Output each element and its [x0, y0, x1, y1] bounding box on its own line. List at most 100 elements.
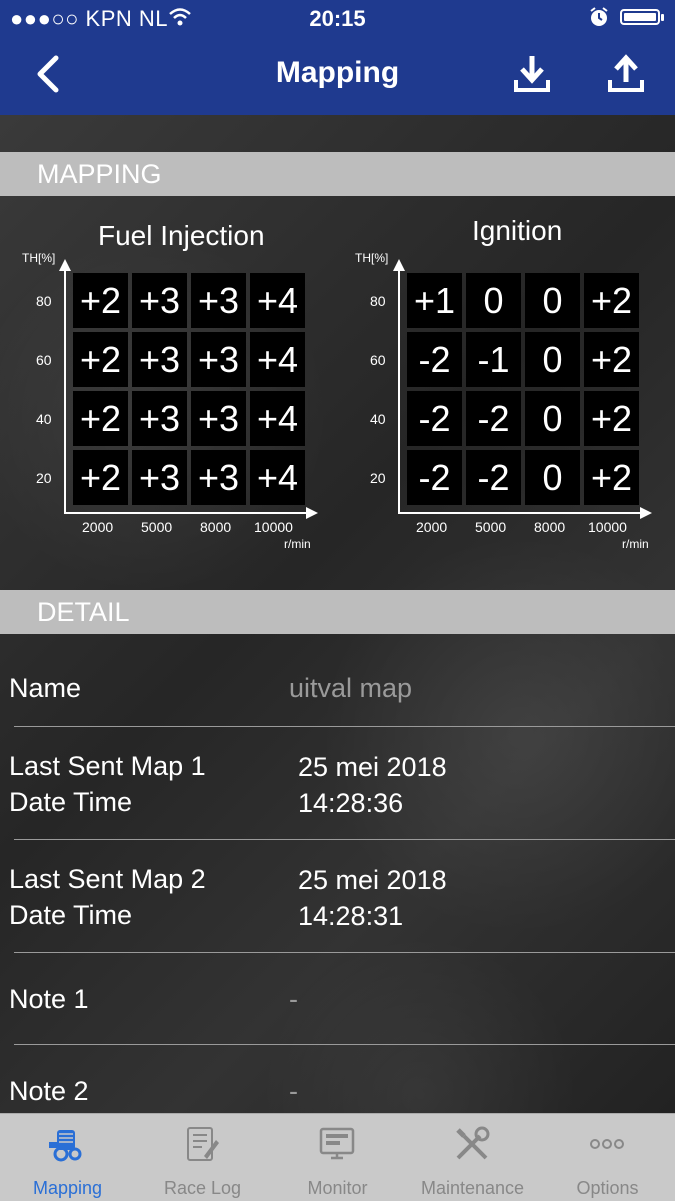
- ignition-x-axis-arrow: [640, 507, 652, 519]
- fuel-y-tick: 80: [36, 293, 52, 309]
- alarm-icon: [588, 6, 610, 28]
- fuel-cell[interactable]: +2: [73, 332, 128, 387]
- fuel-y-axis-arrow: [59, 259, 71, 271]
- tab-label: Mapping: [32, 1178, 103, 1198]
- fuel-cell[interactable]: +3: [191, 332, 246, 387]
- ignition-cell[interactable]: +2: [584, 273, 639, 328]
- ignition-cell[interactable]: +2: [584, 332, 639, 387]
- ignition-x-tick: 10000: [588, 519, 627, 535]
- fuel-y-tick: 60: [36, 352, 52, 368]
- ignition-y-tick: 60: [370, 352, 386, 368]
- ignition-cell[interactable]: -2: [407, 450, 462, 505]
- fuel-x-tick: 2000: [82, 519, 114, 535]
- ignition-cell[interactable]: 0: [525, 332, 580, 387]
- tab-maintenance[interactable]: Maintenance: [405, 1114, 540, 1201]
- fuel-cell[interactable]: +2: [73, 391, 128, 446]
- download-button[interactable]: [510, 52, 554, 96]
- download-icon: [514, 56, 550, 92]
- fuel-cell[interactable]: +4: [250, 391, 305, 446]
- engine-icon: [49, 1130, 82, 1162]
- ignition-cell[interactable]: +1: [407, 273, 462, 328]
- ignition-x-tick: 5000: [475, 519, 507, 535]
- ignition-cell[interactable]: +2: [584, 391, 639, 446]
- mapping-section-header: MAPPING: [0, 152, 675, 196]
- ignition-cell[interactable]: -2: [466, 391, 521, 446]
- ignition-y-tick: 40: [370, 411, 386, 427]
- detail-section-header: DETAIL: [0, 590, 675, 634]
- tab-race-log[interactable]: Race Log: [135, 1114, 270, 1201]
- last-sent-map-1-date: 25 mei 2018: [298, 752, 447, 782]
- tools-icon: [456, 1126, 490, 1160]
- ignition-y-tick: 20: [370, 470, 386, 486]
- fuel-cell[interactable]: +2: [73, 450, 128, 505]
- fuel-cell[interactable]: +4: [250, 332, 305, 387]
- tab-monitor[interactable]: Monitor: [270, 1114, 405, 1201]
- fuel-cell[interactable]: +3: [132, 391, 187, 446]
- battery-icon: [620, 9, 664, 25]
- name-label: Name: [9, 673, 82, 703]
- fuel-x-axis-unit: r/min: [284, 537, 311, 551]
- ignition-cell[interactable]: 0: [525, 391, 580, 446]
- monitor-icon: [319, 1127, 355, 1160]
- last-sent-map-2-label: Last Sent Map 2: [9, 864, 206, 894]
- divider: [14, 726, 675, 727]
- fuel-cell[interactable]: +4: [250, 450, 305, 505]
- fuel-x-tick: 8000: [200, 519, 232, 535]
- notepad-icon: [187, 1127, 219, 1161]
- tab-label: Race Log: [163, 1178, 242, 1198]
- tab-options[interactable]: Options: [540, 1114, 675, 1201]
- ignition-x-tick: 2000: [416, 519, 448, 535]
- note-2-value: -: [289, 1076, 298, 1106]
- ignition-cell[interactable]: +2: [584, 450, 639, 505]
- last-sent-map-1-sublabel: Date Time: [9, 787, 133, 817]
- tab-mapping[interactable]: Mapping: [0, 1114, 135, 1201]
- fuel-x-axis-arrow: [306, 507, 318, 519]
- fuel-cell[interactable]: +3: [132, 450, 187, 505]
- ignition-y-axis-unit: TH[%]: [355, 251, 389, 265]
- fuel-x-tick: 5000: [141, 519, 173, 535]
- ignition-cell[interactable]: -2: [407, 332, 462, 387]
- divider: [14, 1044, 675, 1045]
- ignition-cell[interactable]: -2: [466, 450, 521, 505]
- tab-bar: Mapping Race Log Monitor Maintenance Opt…: [0, 1113, 675, 1201]
- fuel-cell[interactable]: +3: [191, 391, 246, 446]
- ignition-cell[interactable]: -2: [407, 391, 462, 446]
- tab-label: Maintenance: [420, 1178, 525, 1198]
- upload-button[interactable]: [604, 52, 648, 96]
- fuel-x-tick: 10000: [254, 519, 293, 535]
- ignition-x-axis: [398, 512, 642, 514]
- last-sent-map-2-time: 14:28:31: [298, 901, 404, 931]
- last-sent-map-2-sublabel: Date Time: [9, 900, 133, 930]
- top-bar: ●●●○○ KPN NL 20:15 Mapping: [0, 0, 675, 115]
- ignition-cell[interactable]: 0: [466, 273, 521, 328]
- name-value: uitval map: [289, 673, 413, 703]
- page-title: Mapping: [275, 56, 400, 89]
- ignition-cell[interactable]: 0: [525, 450, 580, 505]
- fuel-cell[interactable]: +3: [191, 450, 246, 505]
- upload-icon: [608, 54, 644, 92]
- note-1-value: -: [289, 984, 298, 1014]
- more-icon: [590, 1139, 624, 1149]
- status-bar: ●●●○○ KPN NL 20:15: [0, 0, 675, 38]
- note-1-label: Note 1: [9, 984, 89, 1014]
- fuel-cell[interactable]: +4: [250, 273, 305, 328]
- fuel-cell[interactable]: +3: [132, 332, 187, 387]
- note-2-label: Note 2: [9, 1076, 89, 1106]
- ignition-x-tick: 8000: [534, 519, 566, 535]
- ignition-y-axis: [398, 270, 400, 514]
- fuel-y-axis-unit: TH[%]: [22, 251, 56, 265]
- fuel-y-axis: [64, 270, 66, 514]
- fuel-cell[interactable]: +2: [73, 273, 128, 328]
- fuel-cell[interactable]: +3: [191, 273, 246, 328]
- fuel-cell[interactable]: +3: [132, 273, 187, 328]
- ignition-cell[interactable]: 0: [525, 273, 580, 328]
- ignition-title: Ignition: [472, 215, 563, 246]
- tab-label: Options: [576, 1178, 639, 1198]
- fuel-y-tick: 40: [36, 411, 52, 427]
- ignition-cell[interactable]: -1: [466, 332, 521, 387]
- tab-label: Monitor: [307, 1178, 368, 1198]
- ignition-y-axis-arrow: [393, 259, 405, 271]
- last-sent-map-2-date: 25 mei 2018: [298, 865, 447, 895]
- divider: [14, 952, 675, 953]
- ignition-y-tick: 80: [370, 293, 386, 309]
